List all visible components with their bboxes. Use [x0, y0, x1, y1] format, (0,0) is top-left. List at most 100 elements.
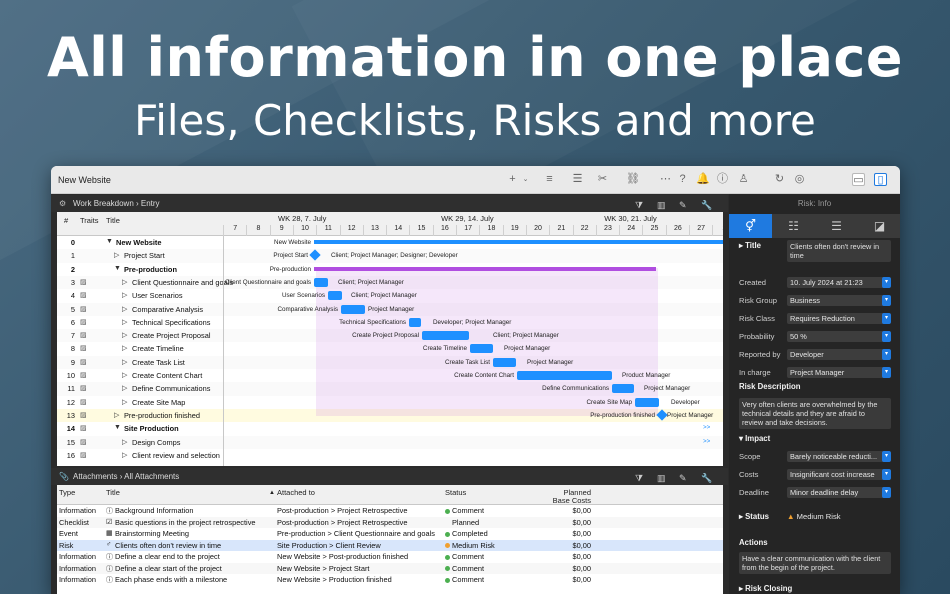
field-value[interactable]: 10. July 2024 at 21:23 ▾: [787, 277, 891, 288]
disclosure-icon[interactable]: ▷: [114, 411, 119, 419]
gantt-bar[interactable]: [656, 409, 668, 421]
breadcrumb-item[interactable]: Work Breakdown: [73, 199, 134, 208]
tab-style[interactable]: ◪: [858, 214, 900, 238]
scroll-right-icon[interactable]: >>: [703, 438, 710, 445]
disclosure-icon[interactable]: ▼: [114, 265, 121, 272]
field-value[interactable]: Developer ▾: [787, 349, 891, 360]
disclosure-icon[interactable]: ▷: [122, 305, 127, 313]
person-icon[interactable]: ♙: [737, 173, 750, 186]
field-label: Probability: [739, 332, 775, 341]
breadcrumb-item[interactable]: Entry: [141, 199, 160, 208]
gantt-bar[interactable]: [493, 357, 516, 367]
disclosure-icon[interactable]: ▷: [122, 398, 127, 406]
gantt-bar[interactable]: [612, 384, 634, 394]
table-row[interactable]: Checklist ☑ Basic questions in the project…: [57, 516, 723, 528]
table-row[interactable]: Information ⓘ Define a clear end to the pr…: [57, 551, 723, 563]
col-title[interactable]: Title: [106, 488, 120, 497]
disclosure-icon[interactable]: ▷: [114, 251, 119, 259]
disclosure-icon[interactable]: ▷: [122, 331, 127, 339]
gantt-bar[interactable]: [314, 266, 656, 271]
gantt-bar[interactable]: [422, 331, 469, 341]
gantt-bar[interactable]: [314, 277, 328, 287]
bell-icon[interactable]: 🔔: [696, 173, 710, 186]
actions-field[interactable]: Have a clear communication with the clie…: [739, 552, 891, 574]
col-traits[interactable]: Traits: [80, 216, 98, 225]
gantt-bar[interactable]: [341, 304, 365, 314]
gantt-bar[interactable]: [328, 291, 342, 301]
outdent-icon[interactable]: ☰: [571, 173, 584, 186]
row-number: 4: [70, 291, 75, 301]
disclosure-icon[interactable]: ▷: [122, 451, 127, 459]
sort-icon[interactable]: ▲: [269, 490, 275, 496]
breadcrumb-item[interactable]: Attachments: [73, 472, 117, 481]
table-row[interactable]: Information ⓘ Define a clear start of the …: [57, 562, 723, 574]
col-title[interactable]: Title: [106, 216, 120, 225]
gantt-bar[interactable]: [314, 240, 723, 244]
chevron-down-icon[interactable]: ⌄: [519, 173, 532, 186]
unlink-icon[interactable]: ✂: [596, 173, 609, 186]
day-label: 8: [246, 225, 269, 236]
row-number: 7: [70, 331, 75, 341]
row-number: 10: [66, 371, 75, 380]
field-value[interactable]: Business ▾: [787, 295, 891, 306]
title-field[interactable]: Clients often don't review in time: [787, 240, 891, 262]
bar-label: Technical Specifications: [339, 318, 406, 326]
indent-icon[interactable]: ≡: [543, 173, 556, 186]
globe-icon[interactable]: ◎: [793, 173, 806, 186]
disclosure-icon[interactable]: ▷: [122, 318, 127, 326]
gantt-bar[interactable]: [309, 249, 321, 261]
impact-value[interactable]: Minor deadline delay ▾: [787, 487, 891, 498]
add-icon[interactable]: +: [506, 173, 519, 186]
impact-value[interactable]: Insignificant cost increase ▾: [787, 469, 891, 480]
impact-value[interactable]: Barely noticeable reducti... ▾: [787, 451, 891, 462]
help-icon[interactable]: ?: [676, 173, 689, 186]
type-icon: ⓘ: [106, 577, 113, 584]
field-value[interactable]: Project Manager ▾: [787, 367, 891, 378]
table-row[interactable]: Event ▦ Brainstorming Meeting Pre-productio…: [57, 528, 723, 540]
impact-label: Deadline: [739, 488, 769, 497]
scroll-right-icon[interactable]: >>: [703, 424, 710, 431]
disclosure-icon[interactable]: ▷: [122, 291, 127, 299]
disclosure-icon[interactable]: ▷: [122, 344, 127, 352]
layout-bottom-icon[interactable]: ▭: [852, 173, 865, 186]
disclosure-icon[interactable]: ▼: [106, 238, 113, 245]
cell-cost: $0,00: [572, 540, 592, 550]
col-type[interactable]: Type: [59, 488, 75, 497]
traits-icon: ▨: [80, 451, 87, 459]
disclosure-icon[interactable]: ▼: [114, 424, 121, 431]
resource-label: Client; Project Manager: [493, 332, 559, 340]
risk-closing-label[interactable]: ▸ Risk Closing: [739, 584, 792, 593]
layout-right-icon[interactable]: ▯: [874, 173, 887, 186]
disclosure-icon[interactable]: ▷: [122, 384, 127, 392]
tab-notes[interactable]: ☷: [772, 214, 815, 238]
field-value[interactable]: 50 % ▾: [787, 331, 891, 342]
cell-title: Define a clear start of the project: [115, 563, 222, 573]
disclosure-icon[interactable]: ▷: [122, 278, 127, 286]
col-attached[interactable]: Attached to: [277, 488, 315, 497]
title-label: ▸ Title: [739, 241, 761, 250]
sync-icon[interactable]: ↻: [773, 173, 786, 186]
disclosure-icon[interactable]: ▷: [122, 438, 127, 446]
gantt-bar[interactable]: [470, 344, 493, 354]
day-label: 24: [619, 225, 642, 236]
col-cost-base[interactable]: Base Costs: [551, 496, 591, 505]
status-dot: [445, 543, 450, 549]
breadcrumb-item[interactable]: All Attachments: [124, 472, 179, 481]
col-status[interactable]: Status: [445, 488, 466, 497]
table-row[interactable]: Information ⓘ Background Information Post-p…: [57, 505, 723, 517]
description-field[interactable]: Very often clients are overwhelmed by th…: [739, 398, 891, 429]
field-value[interactable]: Requires Reduction ▾: [787, 313, 891, 324]
gantt-bar[interactable]: [635, 397, 659, 407]
tab-info[interactable]: ⚥: [729, 214, 772, 238]
tab-list[interactable]: ☰: [815, 214, 858, 238]
col-num[interactable]: #: [64, 216, 68, 225]
gantt-bar[interactable]: [409, 317, 421, 327]
info-icon[interactable]: ⓘ: [716, 173, 729, 186]
table-row[interactable]: Information ⓘ Each phase ends with a miles…: [57, 574, 723, 586]
gantt-bar[interactable]: [517, 371, 612, 380]
disclosure-icon[interactable]: ▷: [122, 358, 127, 366]
table-row[interactable]: Risk ♂ Clients often don't review in time S…: [57, 539, 723, 551]
disclosure-icon[interactable]: ▷: [122, 371, 127, 379]
more-icon[interactable]: ⋯: [659, 173, 672, 186]
link-icon[interactable]: ⛓: [626, 173, 640, 186]
